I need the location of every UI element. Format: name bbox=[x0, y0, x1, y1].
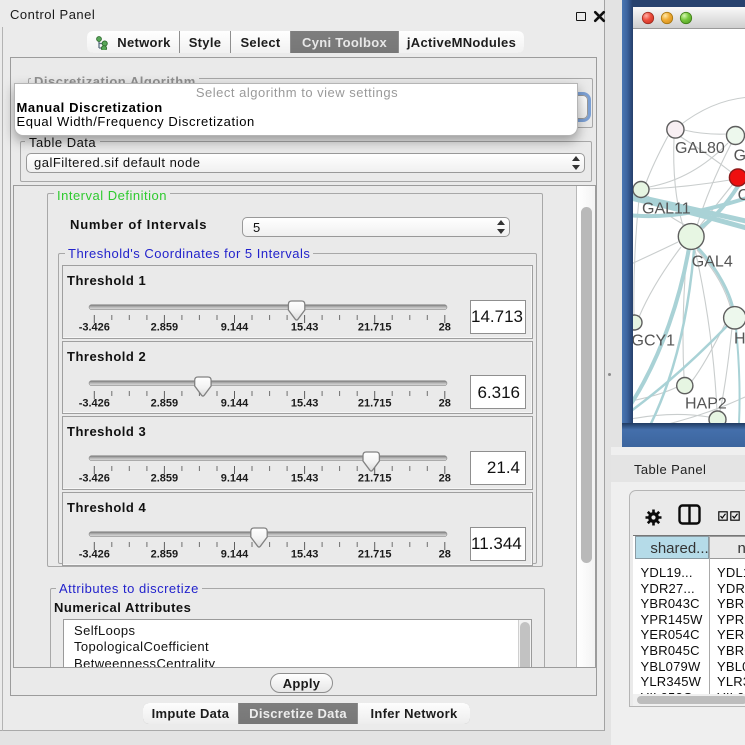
svg-text:2.859: 2.859 bbox=[151, 549, 179, 561]
svg-text:GAL11: GAL11 bbox=[642, 200, 691, 217]
svg-text:2.859: 2.859 bbox=[151, 322, 179, 334]
svg-text:-3.426: -3.426 bbox=[79, 549, 110, 561]
svg-text:-3.426: -3.426 bbox=[79, 397, 110, 409]
svg-text:15.43: 15.43 bbox=[291, 549, 319, 561]
svg-text:28: 28 bbox=[439, 549, 451, 561]
svg-text:9.144: 9.144 bbox=[221, 397, 249, 409]
svg-text:15.43: 15.43 bbox=[291, 397, 319, 409]
svg-text:28: 28 bbox=[439, 322, 451, 334]
svg-text:-3.426: -3.426 bbox=[79, 473, 110, 485]
svg-text:GAL4: GAL4 bbox=[692, 253, 733, 270]
svg-text:28: 28 bbox=[439, 473, 451, 485]
svg-text:2.859: 2.859 bbox=[151, 397, 179, 409]
svg-text:C: C bbox=[738, 187, 745, 204]
svg-text:GA: GA bbox=[734, 147, 745, 164]
svg-text:21.715: 21.715 bbox=[358, 322, 392, 334]
svg-text:28: 28 bbox=[439, 397, 451, 409]
svg-text:GAL80: GAL80 bbox=[675, 140, 725, 157]
svg-text:15.43: 15.43 bbox=[291, 473, 319, 485]
svg-text:HAP2: HAP2 bbox=[685, 395, 727, 412]
svg-text:21.715: 21.715 bbox=[358, 397, 392, 409]
svg-text:H: H bbox=[734, 330, 745, 347]
svg-text:21.715: 21.715 bbox=[358, 473, 392, 485]
svg-text:GCY1: GCY1 bbox=[633, 332, 675, 349]
svg-text:9.144: 9.144 bbox=[221, 549, 249, 561]
svg-text:15.43: 15.43 bbox=[291, 322, 319, 334]
svg-text:9.144: 9.144 bbox=[221, 322, 249, 334]
svg-text:9.144: 9.144 bbox=[221, 473, 249, 485]
svg-text:2.859: 2.859 bbox=[151, 473, 179, 485]
svg-text:-3.426: -3.426 bbox=[79, 322, 110, 334]
svg-text:21.715: 21.715 bbox=[358, 549, 392, 561]
